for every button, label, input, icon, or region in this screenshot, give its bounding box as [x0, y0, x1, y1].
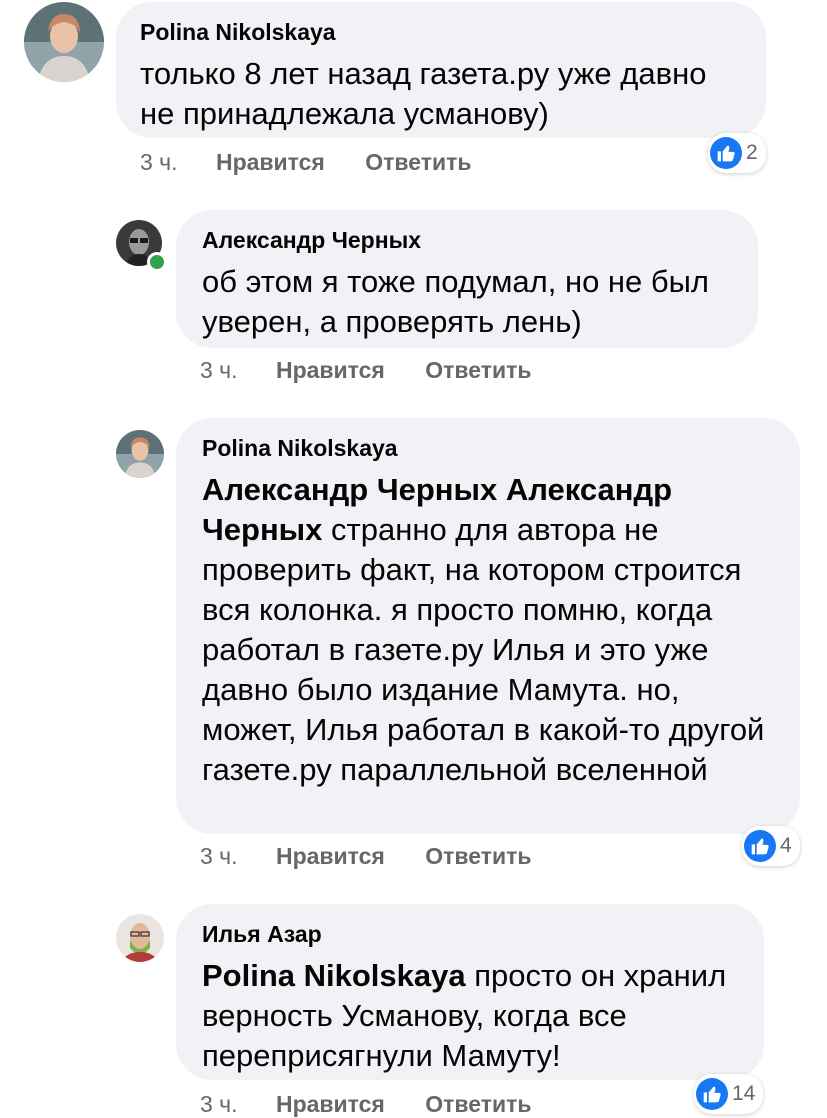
comment-timestamp[interactable]: 3 ч.: [140, 149, 178, 175]
comment-text: Polina Nikolskaya просто он хранил верно…: [202, 956, 742, 1076]
avatar[interactable]: [116, 430, 164, 478]
comment-bubble: Polina Nikolskaya Александр Черных Алекс…: [176, 418, 800, 834]
reaction-badge[interactable]: 14: [694, 1074, 764, 1114]
avatar[interactable]: [116, 220, 167, 272]
comment-author[interactable]: Илья Азар: [202, 920, 742, 948]
comment-actions: 3 ч. Нравится Ответить: [140, 148, 506, 176]
avatar[interactable]: [116, 914, 164, 962]
comment-body: странно для автора не проверить факт, на…: [202, 512, 765, 787]
comment-text: об этом я тоже подумал, но не был уверен…: [202, 264, 710, 339]
comment-bubble: Илья Азар Polina Nikolskaya просто он хр…: [176, 904, 764, 1080]
comment-timestamp[interactable]: 3 ч.: [200, 357, 238, 383]
reaction-count: 14: [732, 1082, 756, 1105]
comment-bubble: Александр Черных об этом я тоже подумал,…: [176, 210, 758, 348]
comment-author[interactable]: Polina Nikolskaya: [140, 18, 744, 46]
avatar[interactable]: [24, 2, 104, 82]
reaction-count: 2: [746, 141, 758, 164]
like-button[interactable]: Нравится: [276, 357, 385, 383]
reaction-count: 4: [780, 834, 792, 857]
reply-button[interactable]: Ответить: [425, 357, 531, 383]
comment-text: Александр Черных Александр Черных странн…: [202, 470, 778, 790]
like-button[interactable]: Нравится: [216, 149, 325, 175]
comment-timestamp[interactable]: 3 ч.: [200, 843, 238, 869]
comment-actions: 3 ч. Нравится Ответить: [200, 356, 566, 384]
comment-text: только 8 лет назад газета.ру уже давно н…: [140, 56, 707, 131]
comment-author[interactable]: Polina Nikolskaya: [202, 434, 778, 462]
comment-bubble: Polina Nikolskaya только 8 лет назад газ…: [116, 2, 766, 138]
like-button[interactable]: Нравится: [276, 1091, 385, 1117]
reply-button[interactable]: Ответить: [365, 149, 471, 175]
reply-button[interactable]: Ответить: [425, 1091, 531, 1117]
reply-button[interactable]: Ответить: [425, 843, 531, 869]
reaction-badge[interactable]: 2: [708, 133, 766, 173]
like-icon: [696, 1078, 728, 1110]
like-icon: [744, 830, 776, 862]
comment-actions: 3 ч. Нравится Ответить: [200, 842, 566, 870]
like-button[interactable]: Нравится: [276, 843, 385, 869]
comment-timestamp[interactable]: 3 ч.: [200, 1091, 238, 1117]
online-status-dot: [147, 252, 167, 272]
comment-author[interactable]: Александр Черных: [202, 226, 736, 254]
reaction-badge[interactable]: 4: [742, 826, 800, 866]
mention-link[interactable]: Polina Nikolskaya: [202, 958, 466, 993]
like-icon: [710, 137, 742, 169]
